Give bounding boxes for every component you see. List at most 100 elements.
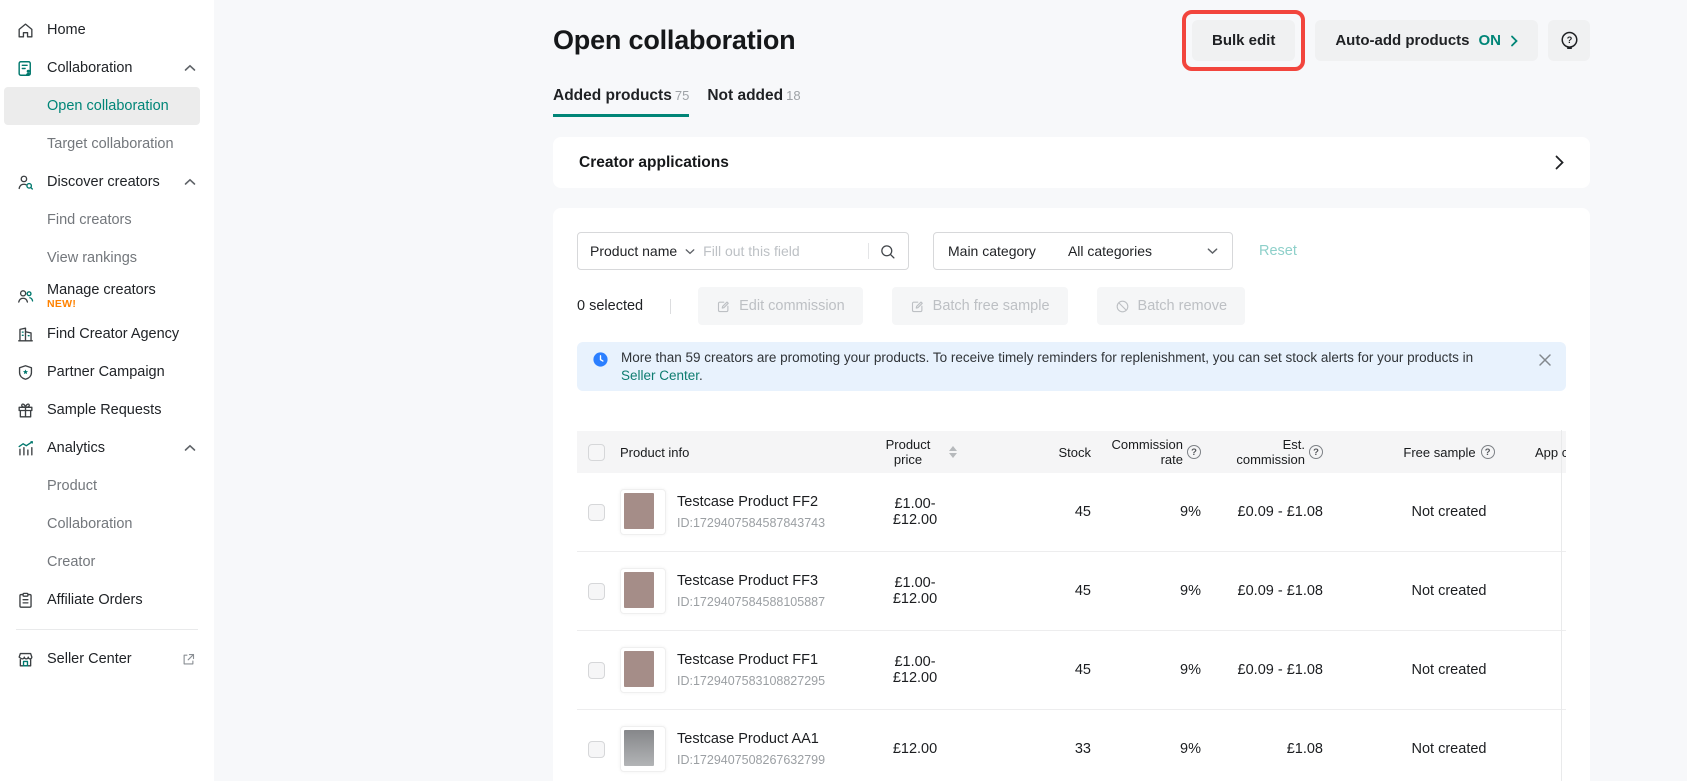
sidebar-item-label: Collaboration xyxy=(47,60,132,76)
shield-icon xyxy=(16,363,35,382)
category-value[interactable]: All categories xyxy=(1068,243,1152,259)
select-all-checkbox[interactable] xyxy=(588,444,605,461)
new-badge: NEW! xyxy=(47,298,156,310)
search-type-label[interactable]: Product name xyxy=(590,243,677,259)
sidebar-item-manage-creators[interactable]: Manage creators NEW! xyxy=(0,277,214,315)
sidebar-item-analytics-creator[interactable]: Creator xyxy=(0,543,214,581)
chevron-up-icon[interactable] xyxy=(184,64,196,72)
commission-rate-value: 9% xyxy=(1105,662,1217,678)
sidebar-item-sample-requests[interactable]: Sample Requests xyxy=(0,391,214,429)
sidebar-item-target-collaboration[interactable]: Target collaboration xyxy=(0,125,214,163)
info-icon[interactable]: ? xyxy=(1187,445,1201,459)
help-button[interactable]: ? xyxy=(1548,20,1590,61)
sidebar-item-label: Discover creators xyxy=(47,174,160,190)
table-row: Testcase Product FF3 ID:1729407584588105… xyxy=(577,552,1566,631)
search-input[interactable] xyxy=(703,243,864,259)
reset-button[interactable]: Reset xyxy=(1259,243,1297,259)
auto-add-products-button[interactable]: Auto-add products ON xyxy=(1315,20,1538,61)
batch-button-label: Batch free sample xyxy=(933,298,1050,314)
sidebar-item-label: Analytics xyxy=(47,440,105,456)
sidebar-item-label: Open collaboration xyxy=(47,98,169,114)
commission-rate-value: 9% xyxy=(1105,741,1217,757)
stock-alert-banner: More than 59 creators are promoting your… xyxy=(577,342,1566,391)
sidebar-item-home[interactable]: Home xyxy=(0,11,214,49)
row-checkbox[interactable] xyxy=(588,741,605,758)
collaboration-icon xyxy=(16,59,35,78)
sidebar-item-view-rankings[interactable]: View rankings xyxy=(0,239,214,277)
column-product-price[interactable]: Product price xyxy=(873,437,1013,467)
product-id: ID:1729407508267632799 xyxy=(677,753,825,767)
sidebar-item-label: Home xyxy=(47,22,86,38)
row-checkbox[interactable] xyxy=(588,662,605,679)
close-icon[interactable] xyxy=(1538,353,1552,367)
chevron-down-icon[interactable] xyxy=(685,248,695,255)
sidebar-item-label: Partner Campaign xyxy=(47,364,165,380)
info-icon[interactable]: ? xyxy=(1481,445,1495,459)
sidebar-item-label: Creator xyxy=(47,554,95,570)
sidebar-item-discover-creators[interactable]: Discover creators xyxy=(0,163,214,201)
free-sample-status: Not created xyxy=(1369,662,1529,678)
sidebar-item-seller-center[interactable]: Seller Center xyxy=(0,640,214,678)
product-name: Testcase Product FF3 xyxy=(677,573,825,589)
free-sample-status: Not created xyxy=(1369,741,1529,757)
batch-remove-button[interactable]: Batch remove xyxy=(1097,287,1245,325)
est-commission-value: £0.09 - £1.08 xyxy=(1217,662,1369,678)
tab-count: 75 xyxy=(675,88,689,105)
edit-icon xyxy=(716,299,731,314)
creator-applications-card[interactable]: Creator applications xyxy=(553,137,1590,188)
row-checkbox[interactable] xyxy=(588,504,605,521)
sidebar-item-find-creators[interactable]: Find creators xyxy=(0,201,214,239)
product-search-field[interactable]: Product name xyxy=(577,232,909,270)
sidebar-item-label: Manage creators xyxy=(47,283,156,298)
chevron-down-icon[interactable] xyxy=(1207,247,1218,255)
commission-rate-value: 9% xyxy=(1105,504,1217,520)
main-content: Open collaboration Bulk edit Auto-add pr… xyxy=(553,0,1590,781)
chevron-right-icon xyxy=(1510,35,1518,47)
info-icon[interactable]: ? xyxy=(1309,445,1323,459)
sidebar-item-analytics[interactable]: Analytics xyxy=(0,429,214,467)
seller-center-link[interactable]: Seller Center xyxy=(621,368,699,383)
creator-agency-icon xyxy=(16,325,35,344)
edit-commission-button[interactable]: Edit commission xyxy=(698,287,863,325)
sidebar-item-find-creator-agency[interactable]: Find Creator Agency xyxy=(0,315,214,353)
product-name: Testcase Product AA1 xyxy=(677,731,825,747)
tab-added-products[interactable]: Added products 75 xyxy=(553,87,689,117)
product-thumbnail xyxy=(620,726,666,772)
sidebar-item-open-collaboration[interactable]: Open collaboration xyxy=(4,87,200,125)
row-checkbox[interactable] xyxy=(588,583,605,600)
tab-not-added[interactable]: Not added 18 xyxy=(707,87,800,117)
column-label: Product price xyxy=(873,437,943,467)
manage-creators-icon xyxy=(16,287,35,306)
page-header: Open collaboration Bulk edit Auto-add pr… xyxy=(553,10,1590,71)
sidebar-item-collaboration[interactable]: Collaboration xyxy=(0,49,214,87)
main-category-field[interactable]: Main category All categories xyxy=(933,232,1233,270)
table-row: Testcase Product AA1 ID:1729407508267632… xyxy=(577,710,1566,781)
stock-value: 45 xyxy=(1013,504,1105,520)
product-price: £1.00-£12.00 xyxy=(873,654,1013,686)
chevron-up-icon[interactable] xyxy=(184,178,196,186)
batch-free-sample-button[interactable]: Batch free sample xyxy=(892,287,1068,325)
tab-count: 18 xyxy=(786,88,800,105)
product-id: ID:1729407584588105887 xyxy=(677,595,825,609)
bulk-edit-button[interactable]: Bulk edit xyxy=(1192,20,1295,61)
products-table: Product info Product price Stock Commiss… xyxy=(577,431,1566,781)
sidebar-item-affiliate-orders[interactable]: Affiliate Orders xyxy=(0,581,214,619)
store-icon xyxy=(16,650,35,669)
home-icon xyxy=(16,21,35,40)
stock-value: 45 xyxy=(1013,662,1105,678)
stock-value: 45 xyxy=(1013,583,1105,599)
ban-icon xyxy=(1115,299,1130,314)
sidebar-item-analytics-product[interactable]: Product xyxy=(0,467,214,505)
sidebar-divider xyxy=(16,629,198,630)
sidebar-item-analytics-collaboration[interactable]: Collaboration xyxy=(0,505,214,543)
sort-icon[interactable] xyxy=(949,446,957,458)
chevron-up-icon[interactable] xyxy=(184,444,196,452)
batch-button-label: Edit commission xyxy=(739,298,845,314)
est-commission-value: £1.08 xyxy=(1217,741,1369,757)
column-product-info: Product info xyxy=(615,445,873,460)
search-icon[interactable] xyxy=(879,243,896,260)
column-label: Free sample xyxy=(1403,445,1475,460)
stock-value: 33 xyxy=(1013,741,1105,757)
batch-actions-bar: 0 selected Edit commission Batch free sa… xyxy=(577,287,1566,325)
sidebar-item-partner-campaign[interactable]: Partner Campaign xyxy=(0,353,214,391)
